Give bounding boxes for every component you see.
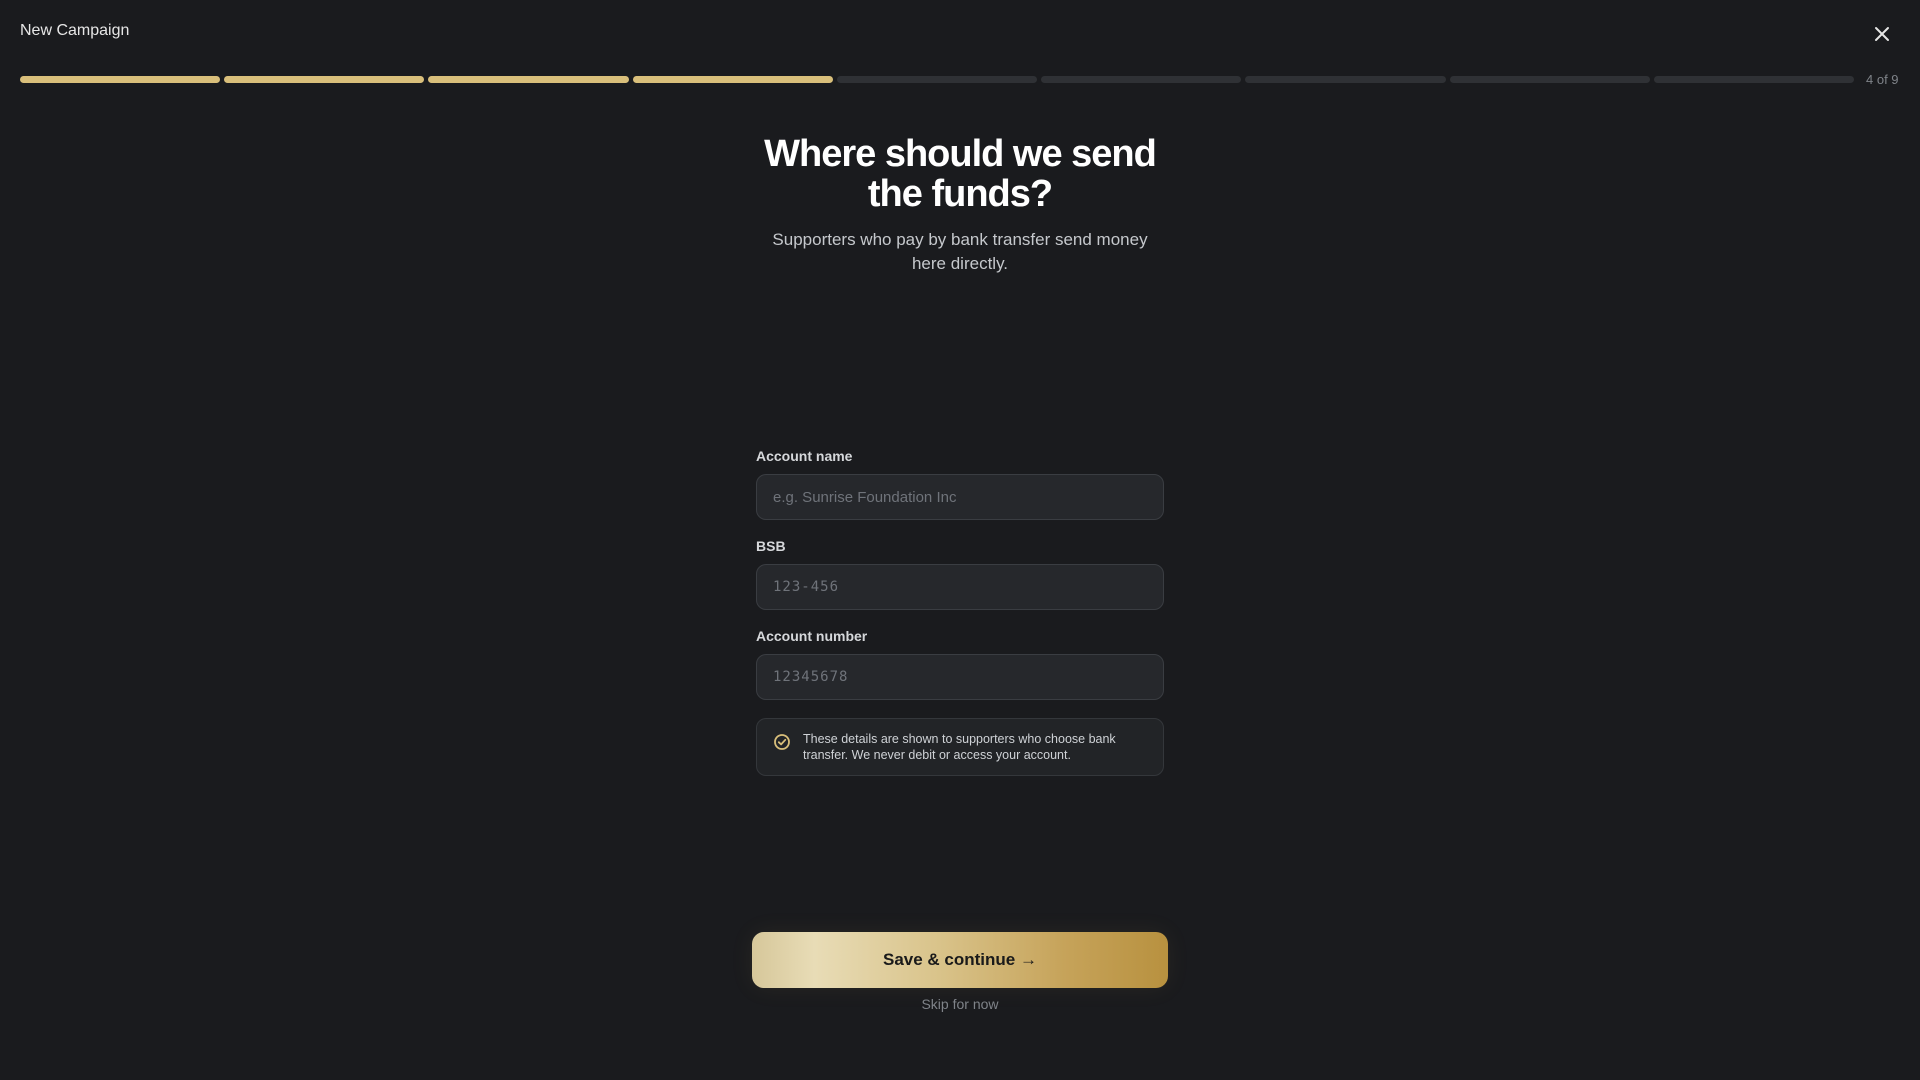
progress-segment-4 bbox=[632, 76, 833, 83]
progress-segment-3 bbox=[428, 76, 629, 83]
progress-segment-1 bbox=[20, 76, 221, 83]
progress-segment-9 bbox=[1653, 76, 1854, 83]
privacy-notice: These details are shown to supporters wh… bbox=[756, 718, 1164, 776]
bank-details-form: Account name BSB Account number These de… bbox=[756, 448, 1164, 776]
save-continue-button[interactable]: Save & continue → bbox=[752, 932, 1168, 988]
bsb-label: BSB bbox=[756, 538, 786, 554]
page-title: New Campaign bbox=[20, 22, 130, 39]
progress-segment-5 bbox=[836, 76, 1038, 83]
progress-segment-6 bbox=[1041, 76, 1242, 83]
account-number-field bbox=[756, 654, 1164, 700]
progress-segment-7 bbox=[1245, 76, 1446, 83]
progress-segment-8 bbox=[1449, 76, 1650, 83]
step-counter: 4 of 9 bbox=[1866, 72, 1899, 87]
account-number-label: Account number bbox=[756, 628, 868, 644]
notice-text: These details are shown to supporters wh… bbox=[803, 732, 1116, 762]
close-icon bbox=[1875, 27, 1889, 41]
account-name-input[interactable] bbox=[757, 475, 1163, 519]
account-number-input[interactable] bbox=[757, 655, 1163, 699]
skip-link[interactable]: Skip for now bbox=[760, 996, 1160, 1012]
hero: Where should we send the funds? Supporte… bbox=[760, 134, 1160, 276]
progress-segment-2 bbox=[224, 76, 425, 83]
check-circle-icon bbox=[774, 734, 790, 750]
close-button[interactable] bbox=[1868, 22, 1896, 46]
subheading: Supporters who pay by bank transfer send… bbox=[772, 230, 1148, 273]
bsb-field bbox=[756, 564, 1164, 610]
account-name-label: Account name bbox=[756, 448, 853, 464]
heading: Where should we send the funds? bbox=[764, 133, 1157, 215]
account-name-field bbox=[756, 474, 1164, 520]
bsb-input[interactable] bbox=[757, 565, 1163, 609]
step-progress-bar bbox=[20, 76, 1854, 84]
